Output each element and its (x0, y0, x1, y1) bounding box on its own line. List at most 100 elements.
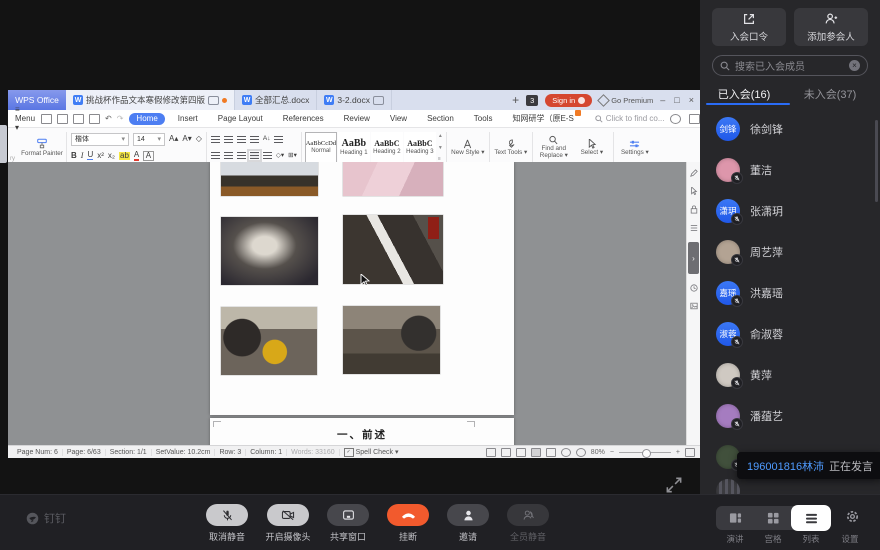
brightness-icon[interactable] (576, 448, 586, 457)
style-heading3[interactable]: AaBbC Heading 3 (404, 132, 436, 163)
ribbon-tab-cnki[interactable]: 知网研学（原E-S (505, 112, 580, 126)
style-heading1[interactable]: AaBb Heading 1 (338, 132, 370, 163)
zoom-out-button[interactable]: − (610, 449, 614, 456)
distributed-icon[interactable] (274, 136, 283, 143)
font-color-icon[interactable]: A (134, 151, 139, 161)
tab-not-joined[interactable]: 未入会(37) (792, 86, 868, 102)
participant-row[interactable]: 周艺萍 (716, 240, 783, 264)
ribbon-tab-tools[interactable]: Tools (467, 113, 500, 125)
style-normal[interactable]: AaBbCcDd Normal (305, 132, 337, 163)
lock-icon[interactable] (690, 205, 698, 214)
bullets-icon[interactable] (211, 136, 220, 143)
redo-icon[interactable]: ↷ (117, 114, 124, 123)
menu-button[interactable]: ≡ Menu ▾ (15, 105, 35, 132)
close-button[interactable]: × (689, 95, 694, 105)
justify-icon[interactable] (250, 152, 259, 159)
character-border-icon[interactable]: A (143, 151, 153, 161)
decrease-indent-icon[interactable] (237, 136, 246, 143)
search-participants-input[interactable]: 搜索已入会成员 × (712, 55, 868, 76)
find-replace-button[interactable]: Find and Replace ▾ (535, 130, 573, 165)
style-heading2[interactable]: AaBbC Heading 2 (371, 132, 403, 163)
new-style-button[interactable]: New Style ▾ (449, 130, 487, 165)
find-command-box[interactable]: Click to find co... (595, 114, 665, 123)
participant-row[interactable]: 剑锋 徐剑锋 (716, 117, 783, 141)
clear-format-icon[interactable]: ◇ (196, 135, 202, 143)
upload-icon[interactable] (689, 114, 700, 124)
outline-view-icon[interactable] (546, 448, 556, 457)
zoom-level[interactable]: 80% (591, 449, 605, 456)
ribbon-tab-home[interactable]: Home (129, 113, 164, 125)
collapse-panel-handle[interactable]: › (688, 242, 699, 274)
increase-indent-icon[interactable] (250, 136, 259, 143)
font-name-select[interactable]: 楷体▾ (71, 133, 129, 146)
invite-button[interactable]: 邀请 (440, 504, 496, 543)
ribbon-tab-section[interactable]: Section (420, 113, 461, 125)
align-right-icon[interactable] (237, 152, 246, 159)
text-tools-button[interactable]: Text Tools ▾ (492, 130, 530, 165)
participant-row[interactable]: 潇玥 张潇玥 (716, 199, 783, 223)
unmute-button[interactable]: 取消静音 (199, 504, 255, 543)
meeting-code-button[interactable]: 入会口令 (712, 8, 786, 46)
ribbon-tab-insert[interactable]: Insert (171, 113, 205, 125)
participant-row[interactable]: 黄萍 (716, 363, 772, 387)
ribbon-tab-review[interactable]: Review (337, 113, 377, 125)
styles-scroll-arrows[interactable]: ▲▼≡ (437, 130, 444, 165)
two-page-view-icon[interactable] (516, 448, 526, 457)
font-size-select[interactable]: 14▾ (133, 133, 165, 146)
ribbon-tab-references[interactable]: References (276, 113, 331, 125)
history-clock-icon[interactable] (690, 284, 698, 292)
zoom-slider-knob[interactable] (642, 449, 651, 458)
settings-button[interactable]: Settings ▾ (616, 130, 654, 165)
fit-page-icon[interactable] (685, 448, 695, 457)
tab-count-badge[interactable]: 3 (526, 95, 538, 106)
select-button[interactable]: Select ▾ (573, 130, 611, 165)
sort-icon[interactable]: A↓ (263, 136, 271, 143)
participant-row[interactable]: 董洁 (716, 158, 772, 182)
doc-tab-3[interactable]: W 3-2.docx (317, 90, 392, 110)
share-window-button[interactable]: 共享窗口 (320, 504, 376, 543)
shading-icon[interactable]: ◇▾ (276, 153, 284, 160)
eye-protect-icon[interactable] (486, 448, 496, 457)
sign-in-button[interactable]: Sign in (545, 94, 592, 107)
save-icon[interactable] (57, 114, 68, 124)
expand-share-icon[interactable] (664, 475, 684, 495)
doc-tab-1[interactable]: W 挑战杯作品文本寒假修改第四版 (66, 90, 235, 110)
print-layout-icon[interactable] (531, 448, 541, 457)
settings-button[interactable] (845, 509, 860, 529)
tab-joined[interactable]: 已入会(16) (706, 86, 782, 102)
open-icon[interactable] (41, 114, 52, 124)
format-painter-button[interactable]: Format Painter (20, 130, 64, 165)
participant-list[interactable]: 剑锋 徐剑锋 董洁 潇玥 张潇玥 周艺萍 (700, 106, 880, 495)
add-participant-button[interactable]: 添加参会人 (794, 8, 868, 46)
outline-icon[interactable] (690, 224, 698, 232)
highlight-icon[interactable]: ab (119, 152, 130, 160)
preview-icon[interactable] (89, 114, 100, 124)
zoom-in-button[interactable]: + (676, 449, 680, 456)
line-spacing-icon[interactable] (263, 152, 272, 159)
italic-icon[interactable]: I (81, 152, 84, 160)
participant-row[interactable]: 淑蓉 俞淑蓉 (716, 322, 783, 346)
print-icon[interactable] (73, 114, 84, 124)
web-layout-icon[interactable] (561, 448, 571, 457)
grid-view-button[interactable] (754, 506, 792, 530)
borders-icon[interactable]: ⊞▾ (288, 153, 297, 160)
mute-all-button[interactable]: 全员静音 (500, 504, 556, 543)
align-left-icon[interactable] (211, 152, 220, 159)
bold-icon[interactable]: B (71, 152, 77, 160)
subscript-icon[interactable]: x₂ (108, 152, 115, 160)
participant-row[interactable]: 潘蕴艺 (716, 404, 783, 428)
numbering-icon[interactable] (224, 136, 233, 143)
participant-row[interactable]: 嘉瑶 洪嘉瑶 (716, 281, 783, 305)
share-user-icon[interactable] (670, 114, 681, 124)
select-cursor-icon[interactable] (690, 187, 698, 195)
new-tab-button[interactable]: + (512, 93, 519, 107)
zoom-slider[interactable] (619, 452, 671, 453)
pen-icon[interactable] (690, 169, 698, 177)
fullscreen-icon[interactable] (501, 448, 511, 457)
go-premium-button[interactable]: Go Premium (599, 96, 653, 105)
minimize-button[interactable]: – (660, 95, 665, 105)
spell-check-button[interactable]: ✓ Spell Check ▾ (340, 448, 403, 457)
superscript-icon[interactable]: x² (97, 152, 104, 160)
doc-tab-2[interactable]: W 全部汇总.docx (235, 90, 317, 110)
ribbon-tab-view[interactable]: View (383, 113, 414, 125)
